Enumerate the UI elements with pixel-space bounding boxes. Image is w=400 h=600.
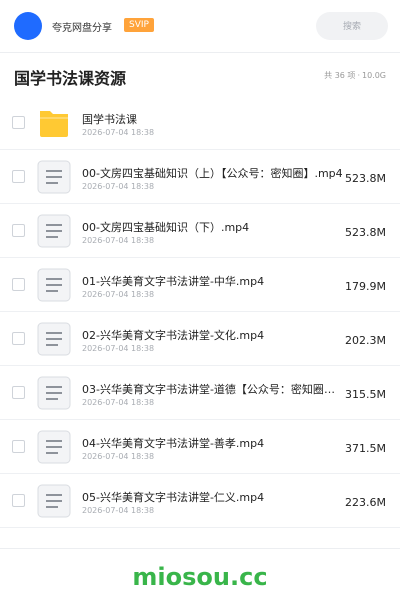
row-checkbox[interactable] — [12, 440, 25, 453]
item-name: 03-兴华美育文字书法讲堂-道德【公众号：密知圈】.mp4 — [82, 383, 344, 396]
list-item[interactable]: 02-兴华美育文字书法讲堂-文化.mp4 2026-07-04 18:38 20… — [0, 312, 400, 366]
list-item[interactable]: 04-兴华美育文字书法讲堂-善孝.mp4 2026-07-04 18:38 37… — [0, 420, 400, 474]
item-size: 371.5M — [345, 442, 386, 455]
row-divider — [0, 527, 400, 528]
row-checkbox[interactable] — [12, 116, 25, 129]
row-checkbox[interactable] — [12, 332, 25, 345]
avatar[interactable] — [14, 12, 42, 40]
header-divider — [0, 52, 400, 53]
item-size: 315.5M — [345, 388, 386, 401]
item-size: 179.9M — [345, 280, 386, 293]
item-date: 2026-07-04 18:38 — [82, 344, 155, 353]
row-checkbox[interactable] — [12, 278, 25, 291]
page-title: 国学书法课资源 — [14, 69, 127, 88]
item-name: 00-文房四宝基础知识（上）【公众号：密知圈】.mp4 — [82, 167, 343, 180]
item-name: 05-兴华美育文字书法讲堂-仁义.mp4 — [82, 491, 265, 504]
item-date: 2026-07-04 18:38 — [82, 452, 155, 461]
file-icon — [37, 484, 71, 518]
item-size: 223.6M — [345, 496, 386, 509]
meta-separator: · — [357, 71, 360, 80]
app-name: 夸克网盘分享 — [52, 23, 112, 34]
total-size: 10.0G — [361, 71, 386, 80]
row-checkbox[interactable] — [12, 386, 25, 399]
item-name: 02-兴华美育文字书法讲堂-文化.mp4 — [82, 329, 265, 342]
file-icon — [37, 268, 71, 302]
list-item[interactable]: 00-文房四宝基础知识（下）.mp4 2026-07-04 18:38 523.… — [0, 204, 400, 258]
list-item[interactable]: 01-兴华美育文字书法讲堂-中华.mp4 2026-07-04 18:38 17… — [0, 258, 400, 312]
item-size: 523.8M — [345, 172, 386, 185]
file-icon — [37, 376, 71, 410]
svip-badge: SVIP — [124, 18, 154, 32]
file-icon — [37, 322, 71, 356]
row-checkbox[interactable] — [12, 224, 25, 237]
list-item[interactable]: 00-文房四宝基础知识（上）【公众号：密知圈】.mp4 2026-07-04 1… — [0, 150, 400, 204]
row-checkbox[interactable] — [12, 494, 25, 507]
list-item[interactable]: 05-兴华美育文字书法讲堂-仁义.mp4 2026-07-04 18:38 22… — [0, 474, 400, 528]
item-date: 2026-07-04 18:38 — [82, 182, 155, 191]
file-icon — [37, 430, 71, 464]
item-date: 2026-07-04 18:38 — [82, 290, 155, 299]
watermark-text: miosou.cc — [132, 563, 268, 591]
item-count: 共 36 项 — [324, 71, 356, 80]
folder-meta: 共 36 项 · 10.0G — [324, 70, 386, 81]
folder-icon — [40, 111, 68, 137]
search-button[interactable]: 搜索 — [316, 12, 388, 40]
list-item[interactable]: 国学书法课 2026-07-04 18:38 — [0, 96, 400, 150]
list-item[interactable]: 03-兴华美育文字书法讲堂-道德【公众号：密知圈】.mp4 2026-07-04… — [0, 366, 400, 420]
item-date: 2026-07-04 18:38 — [82, 398, 155, 407]
item-size: 523.8M — [345, 226, 386, 239]
item-date: 2026-07-04 18:38 — [82, 506, 155, 515]
file-icon — [37, 160, 71, 194]
top-bar: 夸克网盘分享 SVIP 搜索 — [0, 0, 400, 52]
item-size: 202.3M — [345, 334, 386, 347]
file-icon — [37, 214, 71, 248]
row-checkbox[interactable] — [12, 170, 25, 183]
item-date: 2026-07-04 18:38 — [82, 128, 155, 137]
item-date: 2026-07-04 18:38 — [82, 236, 155, 245]
footer-divider — [0, 548, 400, 549]
item-name: 00-文房四宝基础知识（下）.mp4 — [82, 221, 250, 234]
item-name: 国学书法课 — [82, 113, 137, 126]
item-name: 01-兴华美育文字书法讲堂-中华.mp4 — [82, 275, 265, 288]
item-name: 04-兴华美育文字书法讲堂-善孝.mp4 — [82, 437, 265, 450]
